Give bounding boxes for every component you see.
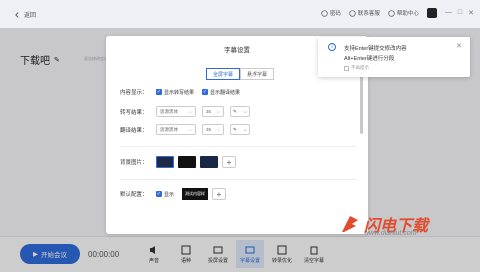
lightning-logo-icon xyxy=(342,216,358,232)
close-icon[interactable]: ✕ xyxy=(468,9,474,17)
show-transcript-checkbox[interactable]: ✓ 显示转写结果 xyxy=(156,89,194,96)
tip-line-2: Alt+Enter键进行分段 xyxy=(344,56,395,62)
preview-thumbnail[interactable]: 测试内容样 xyxy=(182,188,209,200)
show-translation-checkbox[interactable]: ✓ 显示翻译结果 xyxy=(202,89,240,96)
checkbox-icon xyxy=(344,65,349,71)
background-swatch-3[interactable] xyxy=(200,156,218,168)
default-config-label: 默认配置： xyxy=(120,192,148,198)
font-value: 思源黑体 xyxy=(160,126,178,132)
divider xyxy=(120,179,356,180)
toast-close-icon[interactable]: ✕ xyxy=(456,42,462,50)
help-button[interactable]: 帮助中心 xyxy=(388,9,419,17)
chevron-down-icon: ⌵ xyxy=(243,127,247,132)
lock-icon xyxy=(321,9,328,17)
show-label: 显示 xyxy=(164,191,175,198)
content-label: 内容显示： xyxy=(120,90,148,96)
transcript-font-select[interactable]: 思源黑体 ⌵ xyxy=(156,106,196,117)
password-label: 密码 xyxy=(329,11,341,17)
checkbox-checked-icon: ✓ xyxy=(156,191,162,197)
chevron-down-icon: ⌵ xyxy=(188,109,192,114)
maximize-icon[interactable]: □ xyxy=(458,9,462,17)
chevron-down-icon: ⌵ xyxy=(243,109,247,114)
transcript-color-button[interactable]: ✎ ⌵ xyxy=(230,106,250,117)
background-swatch-2[interactable] xyxy=(178,156,196,168)
dont-show-checkbox[interactable]: 不再提示 xyxy=(344,65,369,71)
tab-floating[interactable]: 悬浮字幕 xyxy=(240,68,274,80)
password-button[interactable]: 密码 xyxy=(321,9,341,17)
back-label: 返回 xyxy=(24,13,37,19)
add-background-button[interactable]: + xyxy=(222,156,236,168)
top-bar: 返回 密码 联系客服 帮助中心 — □ ✕ xyxy=(0,0,480,28)
checkbox-checked-icon: ✓ xyxy=(156,89,162,95)
tip-toast: i 支持Enter键提交修改内容 Alt+Enter键进行分段 不再提示 ✕ xyxy=(318,37,470,77)
add-config-button[interactable]: + xyxy=(212,188,227,200)
back-button[interactable]: 返回 xyxy=(14,10,36,19)
font-value: 思源黑体 xyxy=(160,108,178,114)
translation-color-button[interactable]: ✎ ⌵ xyxy=(230,124,250,135)
avatar[interactable] xyxy=(426,8,437,18)
translation-font-select[interactable]: 思源黑体 ⌵ xyxy=(156,124,196,135)
size-value: 35 xyxy=(206,127,212,132)
help-label: 帮助中心 xyxy=(396,11,419,17)
watermark-url: www.dianlut.com xyxy=(364,230,417,237)
dont-show-label: 不再提示 xyxy=(351,65,369,70)
pen-icon: ✎ xyxy=(233,126,237,132)
back-arrow-icon xyxy=(15,11,19,18)
minimize-icon[interactable]: — xyxy=(445,9,452,17)
support-button[interactable]: 联系客服 xyxy=(349,9,380,17)
headset-icon xyxy=(349,9,356,17)
background-swatch-1[interactable] xyxy=(156,156,174,168)
pen-icon: ✎ xyxy=(233,108,237,114)
background-label: 背景图片： xyxy=(120,160,148,166)
transcript-size-select[interactable]: 35 ⌵ xyxy=(202,106,224,117)
info-icon: i xyxy=(328,43,336,51)
chevron-down-icon: ⌵ xyxy=(216,109,220,114)
translation-label: 翻译结果： xyxy=(120,127,148,134)
show-transcript-label: 显示转写结果 xyxy=(164,89,195,96)
checkbox-checked-icon: ✓ xyxy=(202,89,209,95)
support-label: 联系客服 xyxy=(357,11,380,17)
help-icon xyxy=(388,9,395,17)
chevron-down-icon: ⌵ xyxy=(188,127,192,132)
watermark: 闪电下载 www.dianlut.com xyxy=(340,212,428,237)
transcript-label: 转写结果： xyxy=(120,109,148,116)
tip-line-1: 支持Enter键提交修改内容 xyxy=(344,46,407,52)
divider xyxy=(120,146,356,147)
show-translation-label: 显示翻译结果 xyxy=(210,89,241,96)
tab-fullscreen[interactable]: 全屏字幕 xyxy=(206,68,240,80)
chevron-down-icon: ⌵ xyxy=(216,127,220,132)
translation-size-select[interactable]: 35 ⌵ xyxy=(202,124,224,135)
size-value: 35 xyxy=(206,109,212,114)
show-checkbox[interactable]: ✓ 显示 xyxy=(156,191,174,198)
